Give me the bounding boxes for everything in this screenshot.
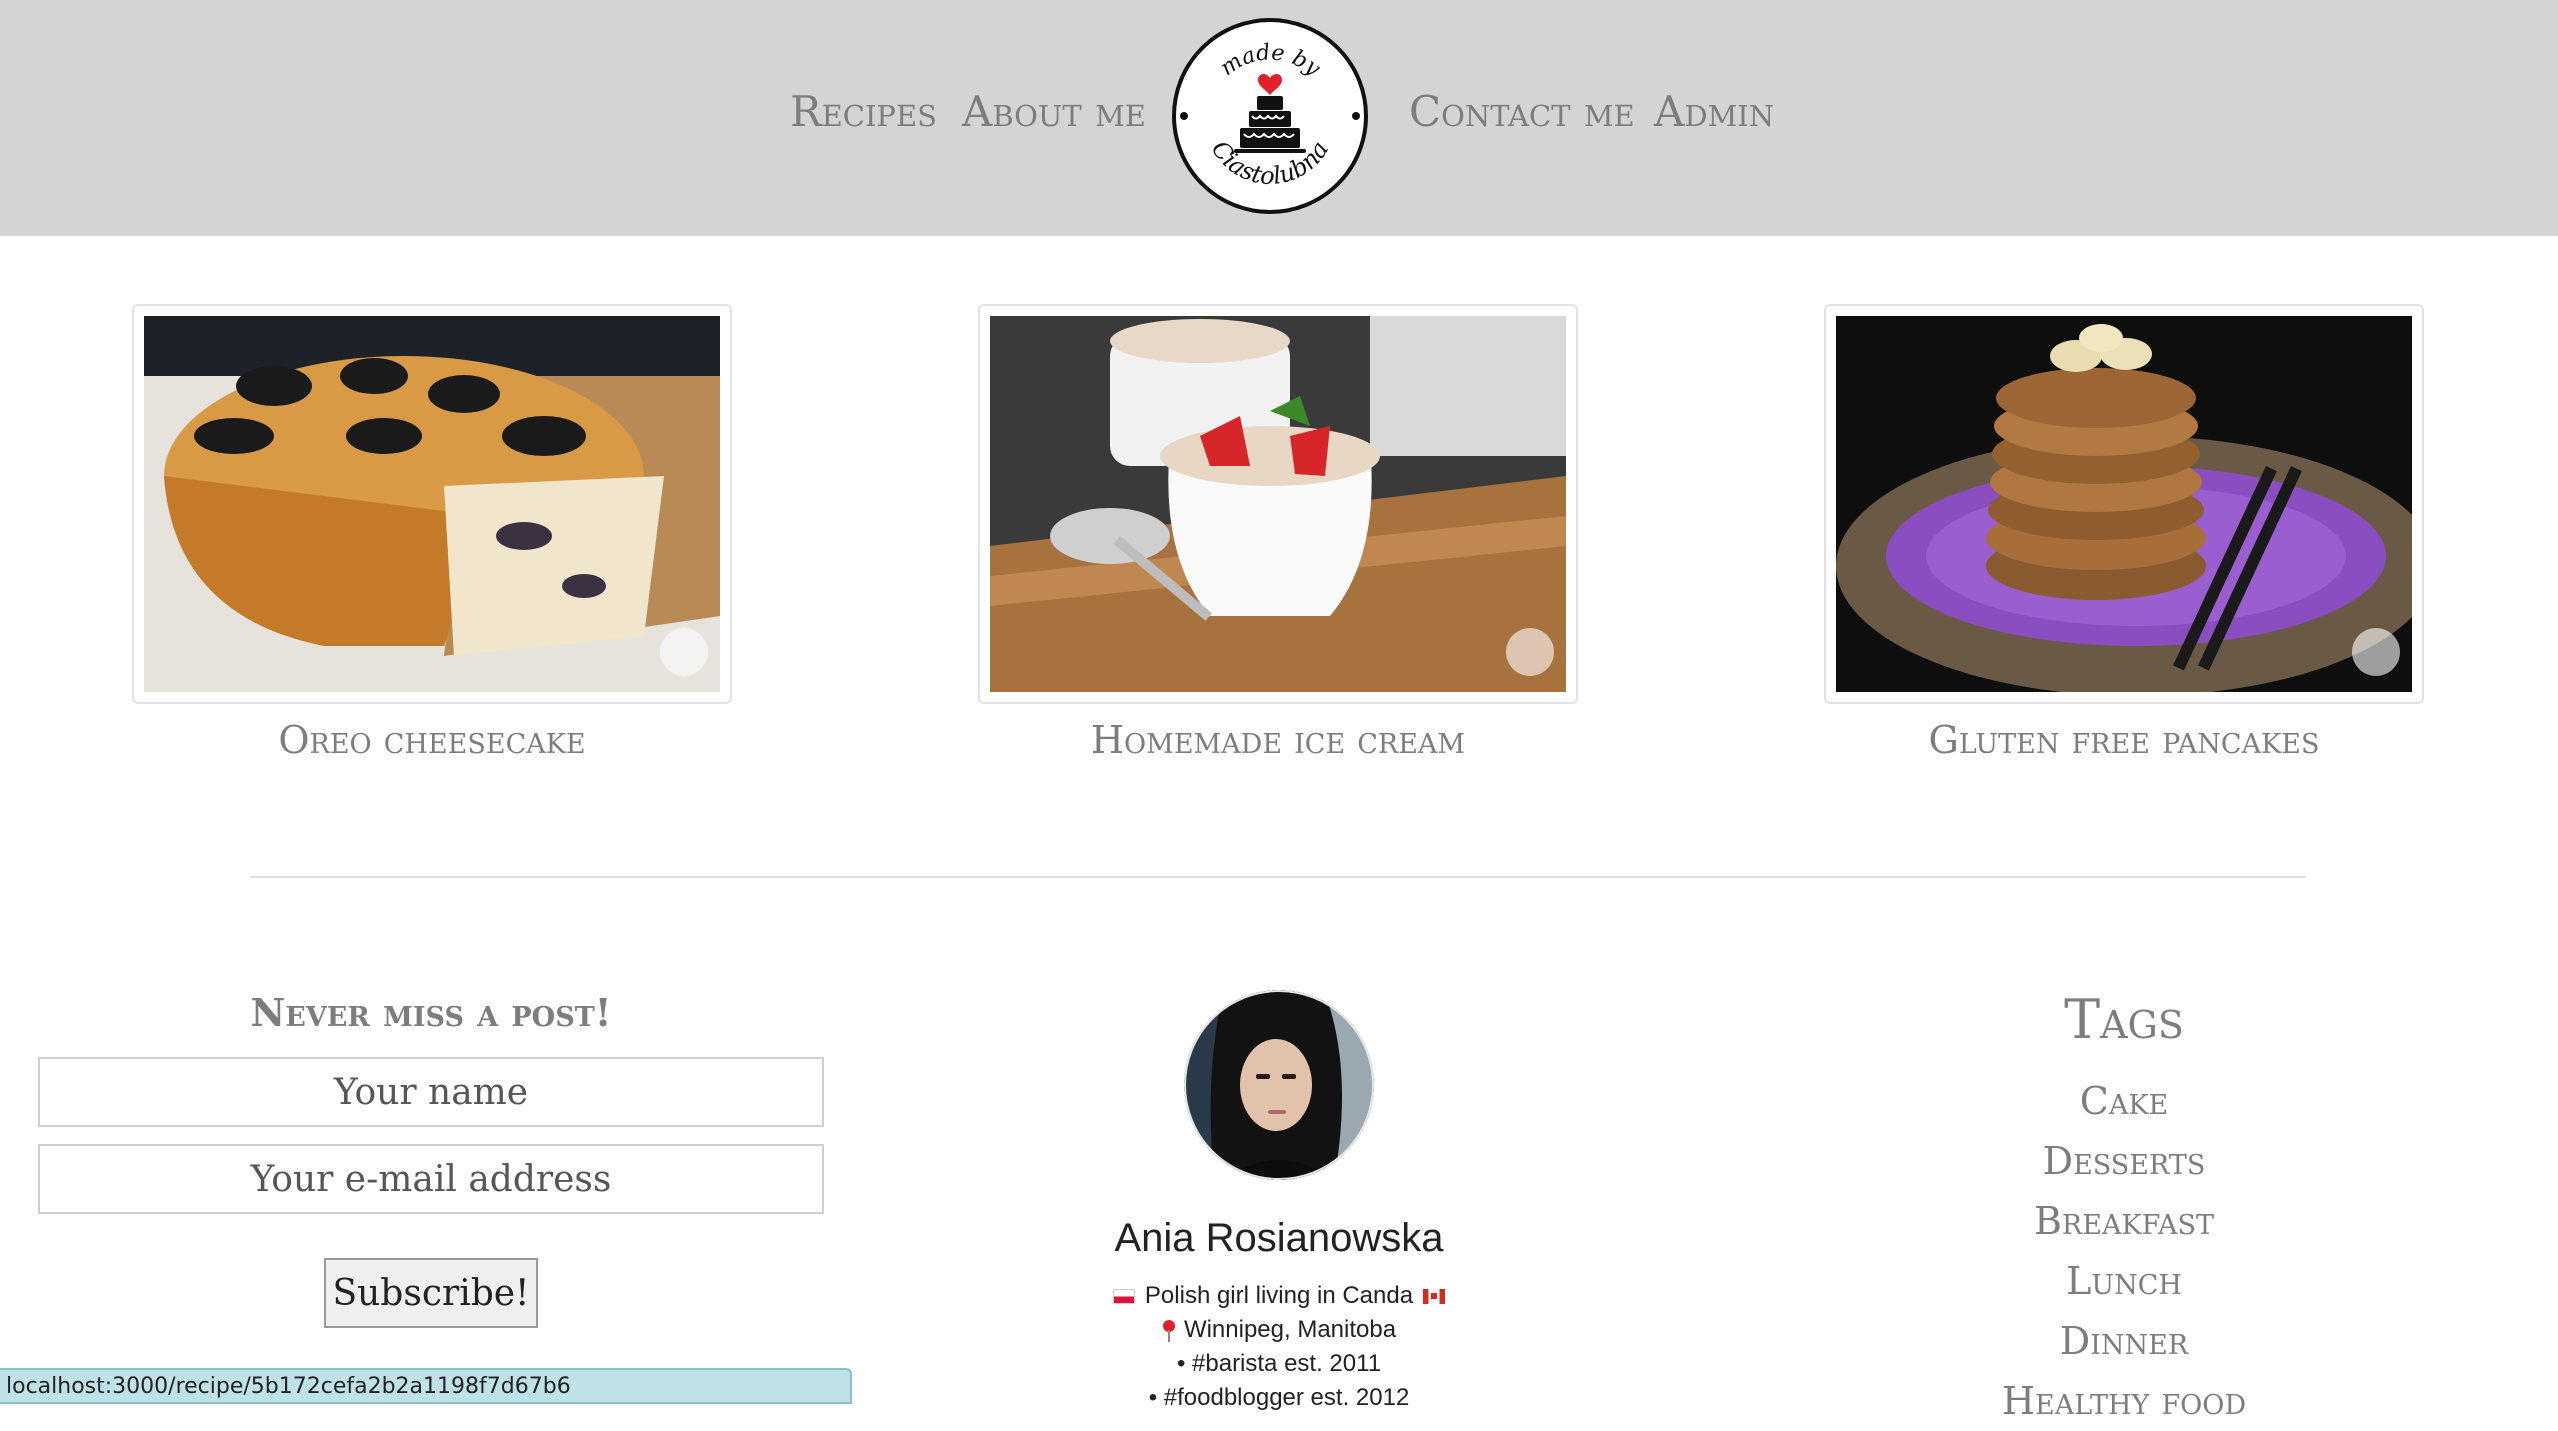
tags-section: Tags Cake Desserts Breakfast Lunch Dinne… <box>1824 988 2424 1431</box>
bio-line: Winnipeg, Manitoba <box>979 1313 1579 1347</box>
nav-recipes-link[interactable]: Recipes <box>790 86 937 138</box>
newsletter-title: Never miss a post! <box>250 990 612 1035</box>
tag-breakfast[interactable]: Breakfast <box>1824 1191 2424 1251</box>
poland-flag-icon <box>1112 1289 1135 1305</box>
author-name: Ania Rosianowska <box>1114 1216 1444 1260</box>
tag-healthy-food[interactable]: Healthy food <box>1824 1371 2424 1431</box>
tag-cake[interactable]: Cake <box>1824 1071 2424 1131</box>
author-avatar <box>1184 990 1374 1180</box>
site-header: Recipes About me made by Ciastolubna Con… <box>0 0 2558 236</box>
tag-desserts[interactable]: Desserts <box>1824 1131 2424 1191</box>
recipe-image-frame[interactable] <box>132 304 732 704</box>
browser-status-bar: localhost:3000/recipe/5b172cefa2b2a1198f… <box>0 1368 852 1404</box>
tag-lunch[interactable]: Lunch <box>1824 1251 2424 1311</box>
bio-text: Winnipeg, Manitoba <box>1183 1316 1397 1343</box>
section-divider <box>250 876 2306 878</box>
nav-admin-link[interactable]: Admin <box>1654 86 1774 138</box>
bio-line: Polish girl living in Canda <box>979 1279 1579 1313</box>
bio-line: • #foodblogger est. 2012 <box>1148 1384 1410 1411</box>
recipe-card[interactable]: Oreo cheesecake <box>132 304 732 762</box>
recipe-image-frame[interactable] <box>978 304 1578 704</box>
subscribe-button[interactable]: Subscribe! <box>324 1258 538 1328</box>
newsletter-section: Never miss a post! Subscribe! <box>38 990 824 1328</box>
author-profile: Ania Rosianowska Polish girl living in C… <box>979 990 1579 1415</box>
recipe-title[interactable]: Homemade ice cream <box>978 718 1578 762</box>
email-input[interactable] <box>38 1144 824 1214</box>
bio-line: • #barista est. 2011 <box>1176 1350 1382 1377</box>
site-logo[interactable]: made by Ciastolubna <box>1170 16 1370 216</box>
nav-contact-link[interactable]: Contact me <box>1409 86 1635 138</box>
recipe-card[interactable]: Homemade ice cream <box>978 304 1578 762</box>
oreo-cheesecake-photo <box>144 316 720 692</box>
canada-flag-icon <box>1423 1289 1446 1305</box>
pancakes-photo <box>1836 316 2412 692</box>
ice-cream-photo <box>990 316 1566 692</box>
recipe-title[interactable]: Oreo cheesecake <box>132 718 732 762</box>
tag-dinner[interactable]: Dinner <box>1824 1311 2424 1371</box>
recipe-image-frame[interactable] <box>1824 304 2424 704</box>
recipe-card[interactable]: Gluten free pancakes <box>1824 304 2424 762</box>
name-input[interactable] <box>38 1057 824 1127</box>
bio-text: Polish girl living in Canda <box>1144 1282 1414 1309</box>
recipe-title[interactable]: Gluten free pancakes <box>1824 718 2424 762</box>
tags-title: Tags <box>2064 988 2184 1051</box>
nav-about-link[interactable]: About me <box>962 86 1146 138</box>
map-pin-icon <box>1162 1319 1175 1342</box>
